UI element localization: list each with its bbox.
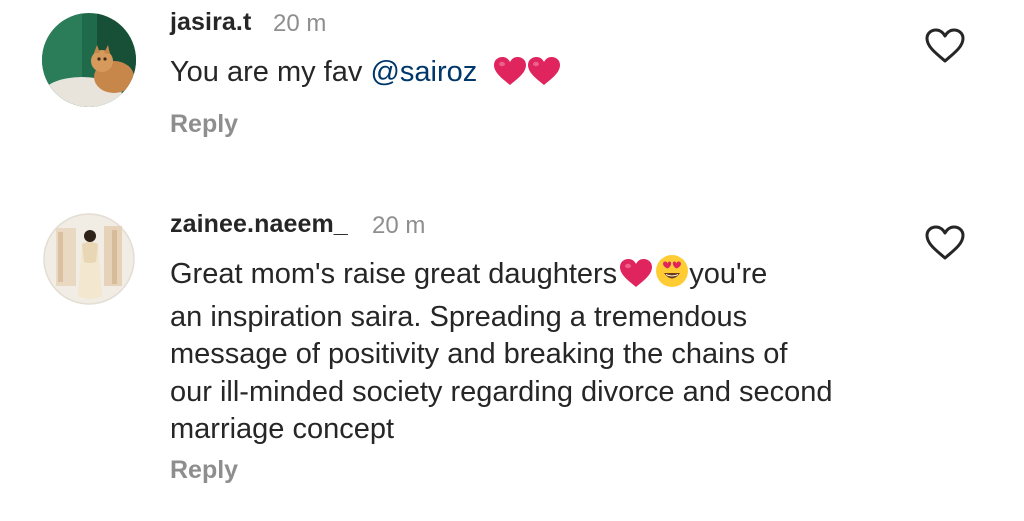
comment-text-plain: You are my fav — [170, 56, 371, 88]
comment-text-plain: you're — [689, 258, 768, 290]
reply-button[interactable]: Reply — [170, 456, 238, 485]
avatar[interactable] — [42, 13, 136, 107]
timestamp: 20 m — [372, 212, 426, 239]
comment-item: zainee.naeem_ 20 m Great mom's raise gre… — [0, 190, 1024, 521]
comment-line: an inspiration saira. Spreading a tremen… — [170, 300, 748, 333]
comment-text-plain: Great mom's raise great daughters — [170, 258, 618, 290]
like-button[interactable] — [924, 224, 966, 262]
timestamp: 20 m — [273, 10, 327, 37]
heart-outline-icon — [924, 28, 966, 69]
reply-button[interactable]: Reply — [170, 110, 238, 139]
comment-line: our ill-minded society regarding divorce… — [170, 375, 833, 408]
mention-link[interactable]: @sairoz — [370, 56, 477, 88]
heart-outline-icon — [924, 225, 966, 266]
red-heart-emoji — [619, 258, 653, 299]
username[interactable]: zainee.naeem_ — [170, 210, 348, 239]
comment-text: You are my fav @sairoz — [170, 54, 930, 97]
username[interactable]: jasira.t — [170, 8, 251, 37]
red-heart-emoji — [493, 56, 527, 97]
comment-line: message of positivity and breaking the c… — [170, 338, 788, 370]
avatar[interactable] — [42, 212, 136, 306]
heart-eyes-emoji — [655, 254, 689, 299]
like-button[interactable] — [924, 27, 966, 65]
comment-line: marriage concept — [170, 413, 395, 445]
comment-item: jasira.t 20 m You are my fav @sairoz Rep… — [0, 0, 1024, 190]
red-heart-emoji — [527, 56, 561, 97]
comment-line: Great mom's raise great daughters you're — [170, 254, 950, 299]
comment-text: Great mom's raise great daughters you're… — [170, 254, 950, 449]
